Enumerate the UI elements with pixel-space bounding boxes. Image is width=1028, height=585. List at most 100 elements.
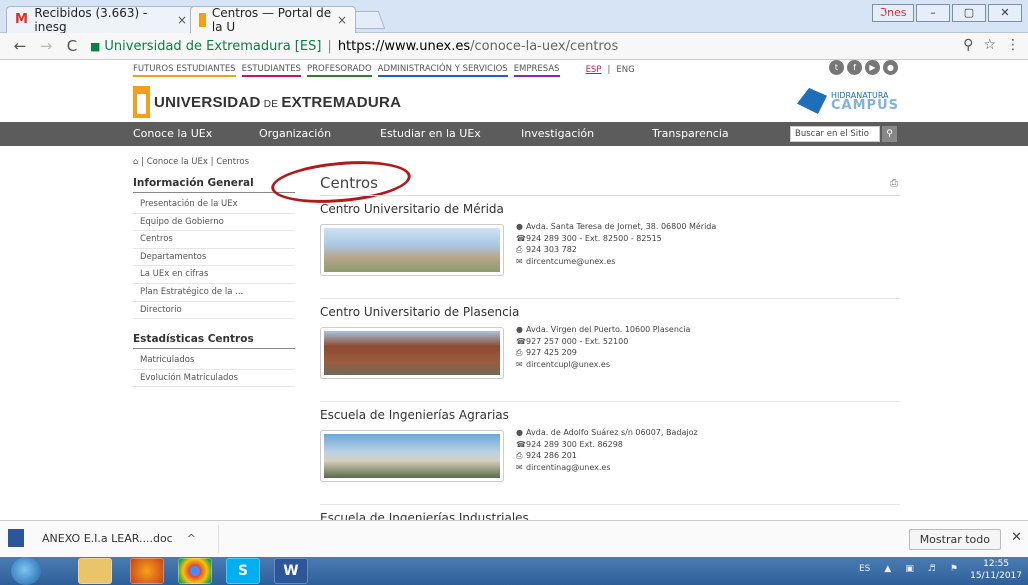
center-photo[interactable] [320,430,504,482]
email-icon: ✉ [516,256,523,266]
center-name[interactable]: Escuela de Ingenierías Agrarias [320,408,900,422]
print-icon[interactable]: ⎙ [890,178,898,189]
forward-button[interactable]: → [36,36,56,56]
profile-button[interactable]: ℑnes [872,4,914,22]
center-info: ● Avda. Virgen del Puerto. 10600 Plasenci… [516,325,691,369]
center-name[interactable]: Centro Universitario de Plasencia [320,305,900,319]
email-icon: ✉ [516,462,523,472]
center-photo[interactable] [320,224,504,276]
facebook-icon[interactable]: f [847,60,862,75]
logo-text: UNIVERSIDAD DE EXTREMADURA [154,93,402,111]
lang-eng[interactable]: ENG [616,65,634,76]
mainnav-transparencia[interactable]: Transparencia [652,127,729,140]
mainnav-conoce[interactable]: Conoce la UEx [133,127,212,140]
minimize-button[interactable]: – [916,4,950,22]
center-name[interactable]: Centro Universitario de Mérida [320,202,900,216]
tab-close-icon[interactable]: × [177,13,187,27]
sidebar-item[interactable]: Plan Estratégico de la ... [133,284,295,302]
sidebar-item[interactable]: Directorio [133,302,295,320]
center-photo[interactable] [320,327,504,379]
address-separator: | [327,39,332,54]
firefox-icon[interactable] [130,558,164,584]
nav-profesorado[interactable]: PROFESORADO [306,64,372,77]
chrome-menu-icon[interactable]: ⋮ [1006,37,1020,53]
mainnav-estudiar[interactable]: Estudiar en la UEx [380,127,481,140]
explorer-icon[interactable] [78,558,112,584]
bookmark-star-icon[interactable]: ☆ [983,37,996,53]
nav-estudiantes[interactable]: ESTUDIANTES [241,64,301,77]
center-card: Centro Universitario de Mérida ● Avda. Sa… [320,202,900,299]
gmail-icon: M [15,12,28,27]
home-icon[interactable]: ⌂ [133,157,138,167]
fax-icon: ⎙ [516,245,523,254]
chevron-up-icon[interactable]: ^ [187,532,196,545]
tab-label: Centros — Portal de la U [211,6,332,34]
sidebar-item[interactable]: Departamentos [133,249,295,267]
close-icon[interactable]: ✕ [1011,530,1022,545]
nav-administracion[interactable]: ADMINISTRACIÓN Y SERVICIOS [377,64,508,77]
unex-logo[interactable]: UNIVERSIDAD DE EXTREMADURA [133,84,401,120]
browser-tab-strip: M Recibidos (3.663) - inesg × Centros — … [0,0,1028,34]
window-controls: ℑnes – ▢ ✕ [872,4,1022,22]
center-info: ● Avda. de Adolfo Suárez s/n 06007, Badaj… [516,428,698,472]
sidebar-item[interactable]: La UEx en cifras [133,266,295,284]
sidebar-item[interactable]: Matriculados [133,352,295,370]
volume-icon[interactable]: ♬ [928,564,936,574]
download-item[interactable]: ANEXO E.I.a LEAR....doc ^ [8,529,196,547]
tab-gmail[interactable]: M Recibidos (3.663) - inesg × [6,6,196,34]
tray-arrow-icon[interactable]: ▲ [884,564,891,574]
site-identity: Universidad de Extremadura [ES] [104,39,322,54]
breadcrumb-item[interactable]: Conoce la UEx [147,157,208,167]
show-all-button[interactable]: Mostrar todo [908,529,1001,550]
location-icon: ● [516,222,523,231]
reload-button[interactable]: C [62,36,82,56]
toolbar-actions: ⚲ ☆ ⋮ [963,37,1020,53]
main-content: Centros ⎙ Centro Universitario de Mérida… [320,174,900,520]
sidebar-item[interactable]: Presentación de la UEx [133,196,295,214]
back-button[interactable]: ← [10,36,30,56]
main-nav: Conoce la UEx Organización Estudiar en l… [0,122,1028,146]
sidebar-heading: Estadísticas Centros [133,333,295,350]
nav-futuros-estudiantes[interactable]: FUTUROS ESTUDIANTES [133,64,236,77]
nav-empresas[interactable]: EMPRESAS [513,64,560,77]
breadcrumb: ⌂ | Conoce la UEx | Centros [133,157,250,167]
social-links: t f ▶ ● [829,60,898,75]
word-document-icon [8,529,24,547]
mainnav-investigacion[interactable]: Investigación [521,127,594,140]
maximize-button[interactable]: ▢ [952,4,986,22]
windows-start-icon[interactable] [11,557,41,585]
center-name[interactable]: Escuela de Ingenierías Industriales [320,511,900,520]
skype-icon[interactable]: S [226,558,260,584]
flag-icon[interactable]: ⚑ [950,564,958,574]
tab-centros[interactable]: Centros — Portal de la U × [190,6,356,34]
location-icon: ● [516,428,523,437]
flickr-icon[interactable]: ● [883,60,898,75]
zoom-icon[interactable]: ⚲ [963,37,973,53]
close-window-button[interactable]: ✕ [988,4,1022,22]
url-host: https://www.unex.es [337,39,471,54]
phone-icon: ☎ [516,233,526,243]
sidebar-item[interactable]: Centros [133,231,295,249]
mainnav-organizacion[interactable]: Organización [259,127,331,140]
chrome-icon[interactable] [178,558,212,584]
url-path: /conoce-la-uex/centros [470,39,619,54]
sidebar-item[interactable]: Equipo de Gobierno [133,214,295,232]
fax-icon: ⎙ [516,451,523,460]
email-icon: ✉ [516,359,523,369]
center-card: Centro Universitario de Plasencia ● Avda.… [320,305,900,402]
youtube-icon[interactable]: ▶ [865,60,880,75]
hidranatura-logo[interactable]: HIDRANATURA CAMPUS [787,84,899,118]
unex-logo-mark [133,86,150,118]
twitter-icon[interactable]: t [829,60,844,75]
lang-esp[interactable]: ESP [586,65,602,76]
page-title: Centros ⎙ [320,174,900,196]
tab-close-icon[interactable]: × [337,13,347,27]
language-indicator[interactable]: ES [859,564,870,574]
site-search-input[interactable]: Buscar en el Sitio [790,126,880,142]
address-bar[interactable]: ■ Universidad de Extremadura [ES] | http… [90,36,1010,57]
network-icon[interactable]: ▣ [905,564,914,574]
search-icon[interactable]: ⚲ [882,126,897,142]
sidebar-item[interactable]: Evolución Matriculados [133,370,295,388]
word-icon[interactable]: W [274,558,308,584]
clock[interactable]: 12:55 15/11/2017 [970,558,1022,582]
